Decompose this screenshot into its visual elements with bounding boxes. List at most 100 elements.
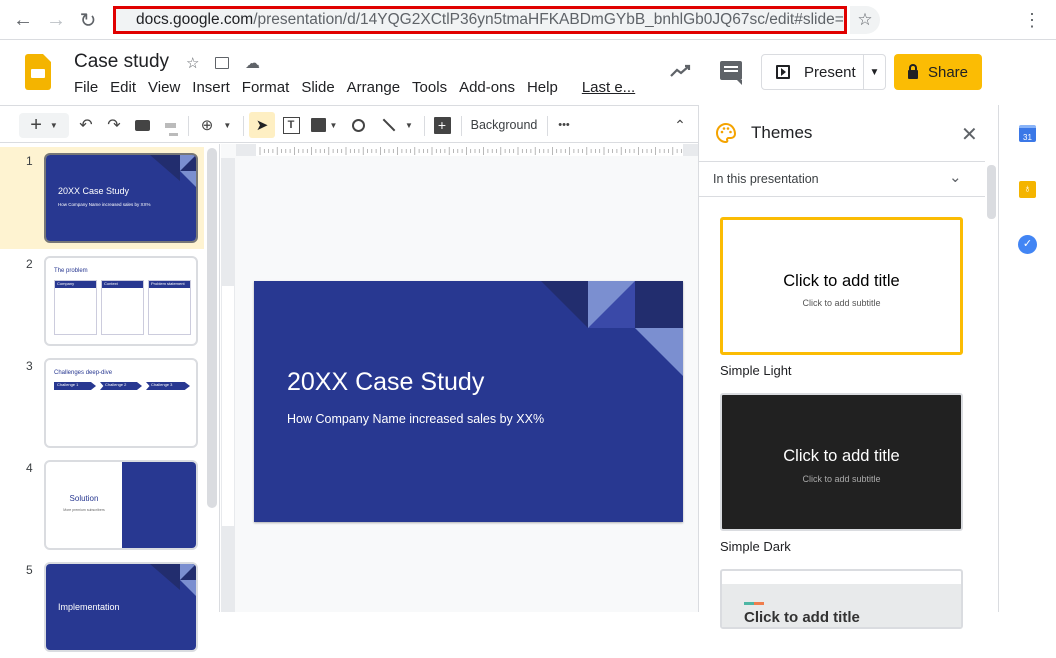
back-button[interactable]: ← (11, 8, 35, 32)
thumb-title: Challenges deep-dive (54, 370, 113, 376)
filmstrip-slide-2[interactable]: 2 The problem Company Context Problem st… (0, 250, 204, 352)
current-slide[interactable]: 20XX Case Study How Company Name increas… (254, 281, 683, 522)
forward-button[interactable]: → (44, 8, 68, 32)
menu-file[interactable]: File (74, 79, 98, 96)
present-button[interactable]: Present (762, 55, 864, 89)
menu-slide[interactable]: Slide (301, 79, 334, 96)
slide-filmstrip: 1 20XX Case Study How Company Name incre… (0, 144, 220, 652)
address-bar[interactable]: docs.google.com/presentation/d/14YQG2XCt… (113, 6, 847, 34)
theme-name: Simple Dark (720, 539, 791, 554)
new-slide-button[interactable]: + ▼ (19, 113, 69, 138)
slide-thumbnail[interactable]: Implementation (44, 562, 198, 652)
share-button[interactable]: Share (894, 54, 982, 90)
menu-arrange[interactable]: Arrange (347, 79, 400, 96)
themes-panel: Themes ✕ In this presentation ⌄ Click to… (698, 105, 998, 629)
chevron-down-icon: ▼ (405, 120, 413, 130)
menu-edit[interactable]: Edit (110, 79, 136, 96)
menu-tools[interactable]: Tools (412, 79, 447, 96)
slides-logo[interactable] (25, 54, 51, 90)
image-button[interactable]: ▼ (308, 114, 340, 136)
more-options-button[interactable]: ••• (554, 114, 574, 136)
filmstrip-slide-3[interactable]: 3 Challenges deep-dive Challenge 1 Chall… (0, 352, 204, 454)
add-comment-icon: + (433, 116, 451, 134)
shape-button[interactable] (347, 114, 369, 136)
theme-card-simple-light[interactable]: Click to add title Click to add subtitle (720, 217, 963, 355)
keep-icon[interactable]: ♁ (1019, 181, 1036, 198)
zoom-button[interactable]: ⊕ ▼ (196, 114, 236, 136)
print-button[interactable] (132, 114, 152, 136)
filmstrip-scrollbar[interactable] (207, 148, 217, 508)
print-icon (134, 119, 150, 131)
comments-icon[interactable] (720, 61, 742, 85)
calendar-icon[interactable]: 31 (1019, 125, 1036, 142)
url-host: docs.google.com (136, 11, 254, 28)
slide-canvas: 20XX Case Study How Company Name increas… (221, 144, 698, 612)
slide-thumbnail[interactable]: The problem Company Context Problem stat… (44, 256, 198, 346)
thumb-title: 20XX Case Study (58, 186, 130, 196)
plus-icon: + (30, 114, 42, 136)
filmstrip-slide-4[interactable]: 4 Solution More premium subscribers (0, 454, 204, 556)
paint-roller-icon (164, 122, 176, 128)
thumb-title: The problem (54, 268, 88, 274)
star-icon: ☆ (857, 10, 873, 29)
move-folder-icon[interactable] (215, 57, 229, 69)
tasks-icon[interactable]: ✓ (1018, 235, 1037, 254)
slide-thumbnail[interactable]: 20XX Case Study How Company Name increas… (44, 153, 198, 243)
present-dropdown-button[interactable]: ▼ (864, 67, 885, 78)
present-icon (776, 65, 790, 79)
undo-button[interactable]: ↶ (76, 114, 96, 136)
side-apps-rail: 31 ♁ ✓ (998, 105, 1056, 612)
background-button[interactable]: Background (468, 114, 540, 136)
menu-format[interactable]: Format (242, 79, 290, 96)
line-icon (382, 118, 396, 132)
chevron-down-icon: ▼ (49, 121, 58, 130)
star-icon[interactable]: ☆ (186, 54, 199, 72)
collapse-toolbar-button[interactable]: ⌃ (670, 114, 690, 136)
menu-view[interactable]: View (148, 79, 180, 96)
theme-name: Simple Light (720, 363, 792, 378)
themes-filter-dropdown[interactable]: In this presentation ⌄ (699, 161, 985, 197)
chevron-down-icon: ▼ (329, 120, 338, 130)
text-box-button[interactable]: T (281, 114, 301, 136)
filmstrip-slide-1[interactable]: 1 20XX Case Study How Company Name incre… (0, 147, 204, 249)
chevron-down-icon: ▼ (223, 120, 232, 130)
line-button[interactable]: ▼ (378, 114, 416, 136)
cloud-saved-icon[interactable]: ☁ (245, 54, 260, 72)
slide-subtitle[interactable]: How Company Name increased sales by XX% (287, 412, 544, 426)
slide-thumbnail[interactable]: Challenges deep-dive Challenge 1 Challen… (44, 358, 198, 448)
slide-thumbnail[interactable]: Solution More premium subscribers (44, 460, 198, 550)
activity-dashboard-icon[interactable] (670, 62, 692, 83)
browser-menu-button[interactable]: ⋮ (1023, 8, 1041, 32)
slide-number: 4 (26, 461, 33, 475)
cursor-icon: ➤ (255, 117, 269, 134)
menu-addons[interactable]: Add-ons (459, 79, 515, 96)
bookmark-star-button[interactable]: ☆ (850, 6, 880, 34)
slide-number: 5 (26, 563, 33, 577)
reload-button[interactable]: ↻ (76, 8, 100, 32)
horizontal-ruler[interactable] (256, 144, 687, 156)
url-path: /presentation/d/14YQG2XCtlP36yn5tmaHFKAB… (253, 11, 847, 28)
present-button-group: Present ▼ (761, 54, 886, 90)
filter-label: In this presentation (713, 172, 819, 186)
thumb-title: Implementation (58, 602, 120, 612)
thumb-subtitle: More premium subscribers (63, 508, 105, 512)
redo-button[interactable]: ↷ (104, 114, 124, 136)
editing-toolbar: + ▼ ↶ ↷ ⊕ ▼ ➤ T ▼ ▼ + Background ••• ⌃ (0, 105, 698, 143)
menu-bar: File Edit View Insert Format Slide Arran… (74, 79, 647, 96)
filmstrip-slide-5[interactable]: 5 Implementation (0, 556, 204, 658)
close-themes-button[interactable]: ✕ (961, 122, 978, 147)
theme-card-3[interactable]: Click to add title (720, 569, 963, 629)
menu-help[interactable]: Help (527, 79, 558, 96)
image-icon (310, 118, 326, 132)
document-title[interactable]: Case study (74, 51, 169, 73)
theme-card-simple-dark[interactable]: Click to add title Click to add subtitle (720, 393, 963, 531)
slide-title[interactable]: 20XX Case Study (287, 368, 484, 397)
menu-insert[interactable]: Insert (192, 79, 230, 96)
vertical-ruler[interactable] (221, 158, 235, 612)
add-comment-button[interactable]: + (432, 114, 452, 136)
select-tool-button[interactable]: ➤ (249, 112, 275, 138)
paint-format-button[interactable] (160, 114, 180, 136)
thumb-subtitle: How Company Name increased sales by XX% (58, 202, 151, 207)
last-edit-link[interactable]: Last e... (582, 79, 635, 96)
themes-scrollbar[interactable] (987, 165, 996, 219)
